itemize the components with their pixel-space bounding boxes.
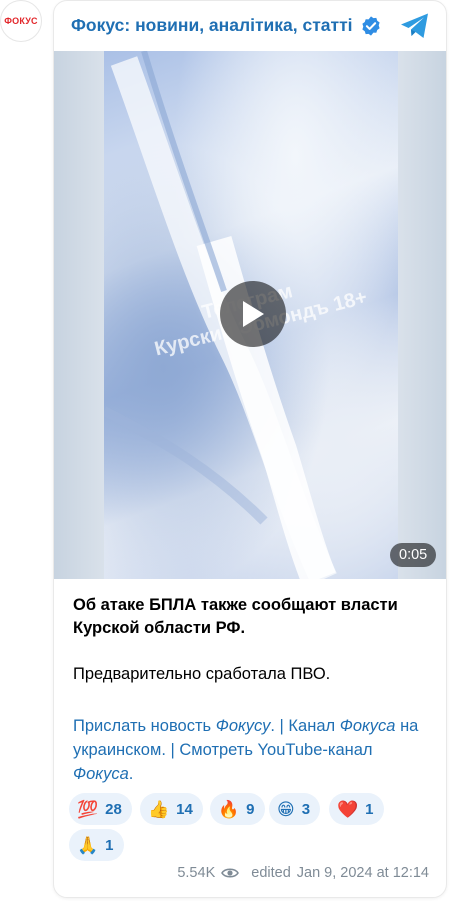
reaction-count: 28 — [105, 800, 122, 818]
reaction-heart[interactable]: ❤️ 1 — [329, 793, 384, 825]
video-player[interactable]: Телеграм Курский Эомондъ 18+ 0:05 — [54, 51, 446, 579]
eye-icon — [221, 868, 240, 878]
verified-check-icon — [362, 16, 380, 36]
video-duration: 0:05 — [390, 543, 437, 567]
message-text: Об атаке БПЛА также сообщают власти Курс… — [73, 594, 433, 686]
reaction-fire[interactable]: 🔥 9 — [210, 793, 265, 825]
view-count: 5.54K — [177, 865, 216, 881]
reaction-hundred[interactable]: 💯 28 — [69, 793, 132, 825]
channel-title[interactable]: Фокус: новини, аналітика, статті — [71, 15, 353, 36]
message-card: Фокус: новини, аналітика, статті Телегра… — [53, 0, 447, 898]
reaction-count: 1 — [365, 800, 374, 818]
avatar-logo-text: ФОКУС — [4, 16, 38, 26]
reaction-count: 1 — [105, 836, 114, 854]
folded-hands-icon: 🙏 — [77, 835, 99, 855]
message-meta: 5.54K edited Jan 9, 2024 at 12:14 — [177, 865, 429, 881]
message-header: Фокус: новини, аналітика, статті — [54, 1, 446, 51]
channel-avatar[interactable]: ФОКУС — [0, 0, 42, 42]
send-news-link[interactable]: Прислать новость Фокусу — [73, 717, 270, 735]
reaction-count: 14 — [176, 800, 193, 818]
red-heart-icon: ❤️ — [337, 799, 359, 819]
fire-icon: 🔥 — [218, 799, 240, 819]
message-paragraph: Предварительно сработала ПВО. — [73, 665, 331, 683]
play-button[interactable] — [220, 281, 286, 347]
links-separator: . | — [161, 741, 180, 759]
telegram-plane-icon[interactable] — [399, 11, 431, 41]
reaction-thumbs-up[interactable]: 👍 14 — [140, 793, 203, 825]
reaction-count: 3 — [301, 800, 311, 818]
reaction-grin[interactable]: 😁 3 — [269, 793, 321, 825]
video-blur-left — [54, 51, 104, 579]
reaction-pray[interactable]: 🙏 1 — [69, 829, 124, 861]
grinning-face-icon: 😁 — [277, 799, 295, 819]
video-blur-right — [398, 51, 446, 579]
edited-label: edited — [251, 865, 291, 881]
message-date[interactable]: Jan 9, 2024 at 12:14 — [297, 865, 429, 881]
message-links: Прислать новость Фокусу. | Канал Фокуса … — [73, 714, 433, 786]
hundred-points-icon: 💯 — [77, 799, 99, 819]
links-separator: . | — [270, 717, 289, 735]
thumbs-up-icon: 👍 — [148, 799, 170, 819]
play-icon — [243, 301, 264, 327]
message-bold-text: Об атаке БПЛА также сообщают власти Курс… — [73, 596, 398, 637]
reaction-count: 9 — [246, 800, 255, 818]
